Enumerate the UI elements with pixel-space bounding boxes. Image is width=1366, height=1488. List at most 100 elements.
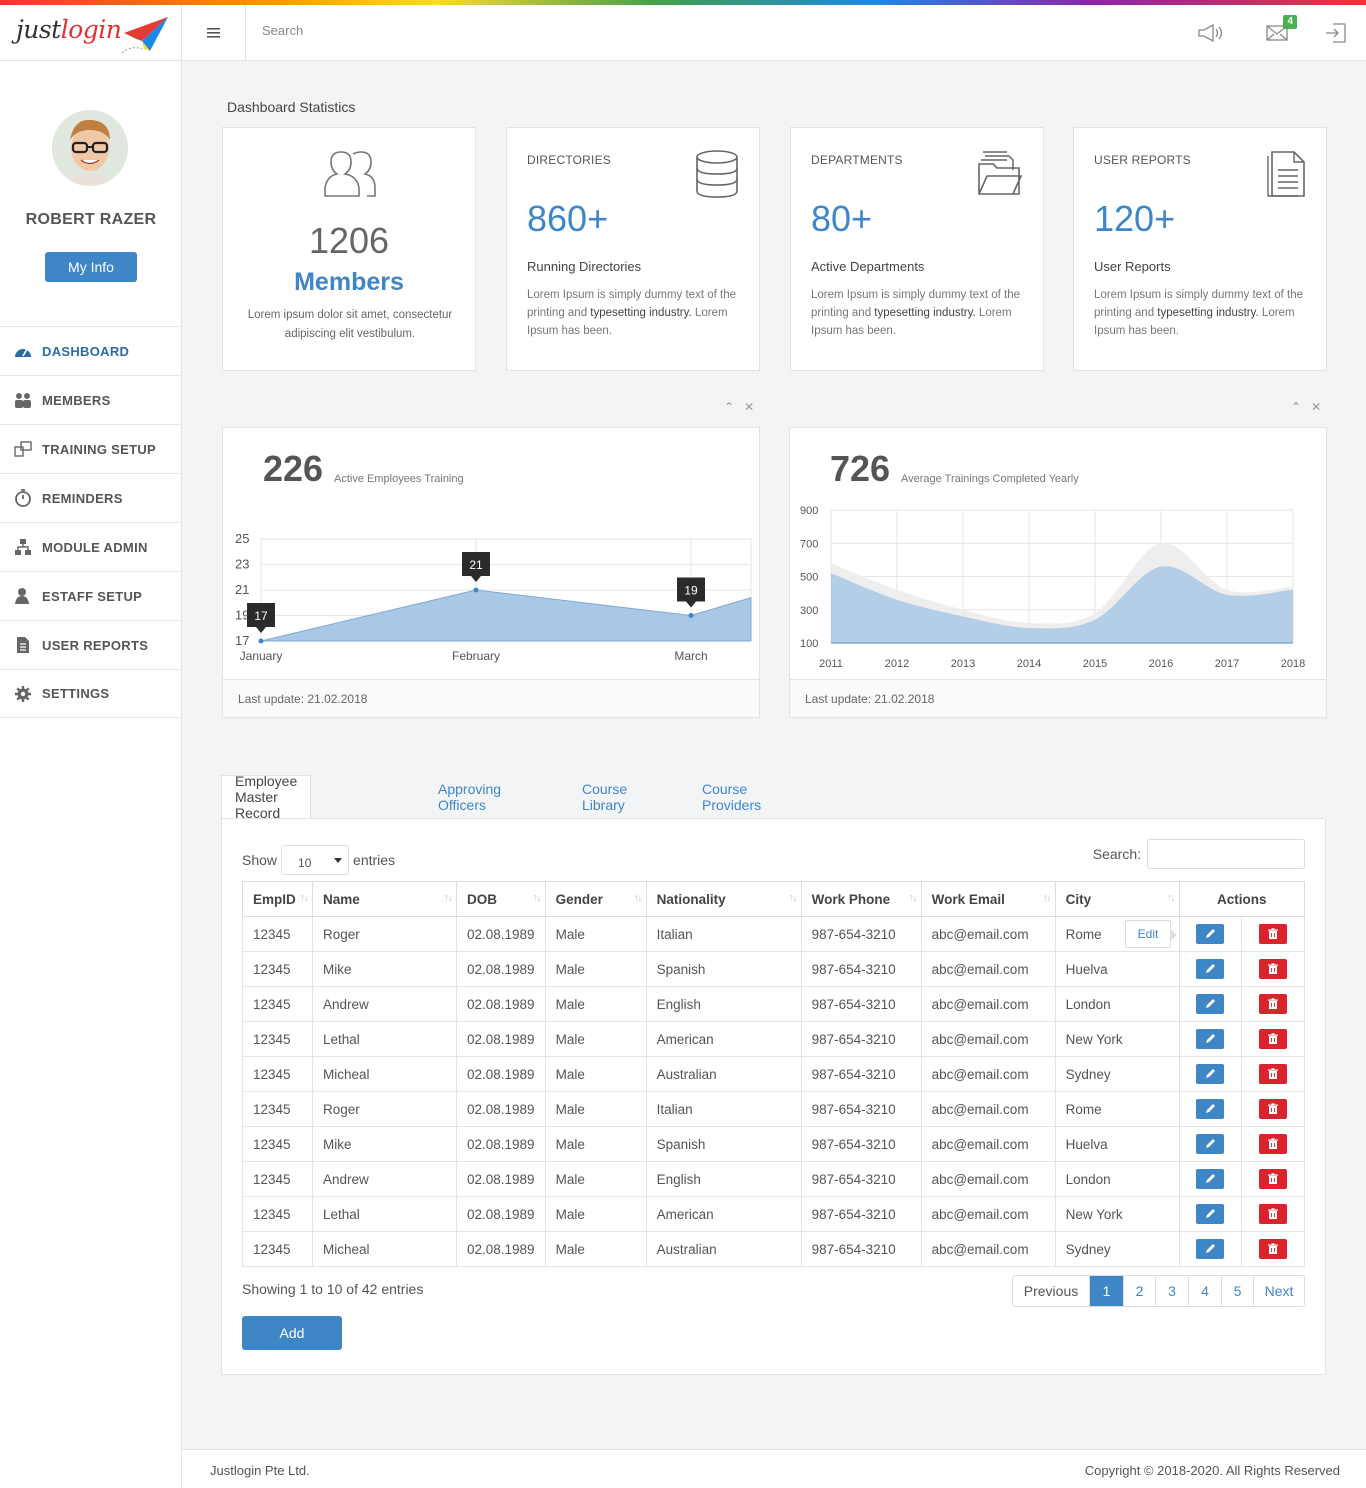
pagination-page-3[interactable]: 3 bbox=[1155, 1276, 1188, 1306]
pagination-page-1[interactable]: 1 bbox=[1089, 1276, 1123, 1306]
edit-button[interactable] bbox=[1196, 1064, 1225, 1084]
cell-work-phone: 987-654-3210 bbox=[800, 1161, 922, 1197]
column-header-gender[interactable]: Gender ↑↓ bbox=[544, 881, 647, 917]
cell-dob: 02.08.1989 bbox=[456, 1126, 546, 1162]
logo[interactable]: justlogin bbox=[0, 5, 182, 61]
tab-employee-master-record[interactable]: Employee Master Record bbox=[221, 773, 312, 821]
cell-city: Sydney bbox=[1054, 1056, 1180, 1092]
delete-button[interactable] bbox=[1259, 1029, 1288, 1049]
sidebar-item-reminders[interactable]: REMINDERS bbox=[0, 473, 182, 522]
x-tick-label: 2017 bbox=[1215, 658, 1239, 670]
edit-button[interactable] bbox=[1196, 1204, 1225, 1224]
user-reports-stat-card[interactable]: USER REPORTS 120+ User Reports Lorem Ips… bbox=[1073, 127, 1327, 371]
edit-cell bbox=[1178, 951, 1243, 987]
x-tick-label: 2013 bbox=[951, 658, 975, 670]
column-header-nationality[interactable]: Nationality ↑↓ bbox=[645, 881, 802, 917]
sidebar-item-settings[interactable]: SETTINGS bbox=[0, 669, 182, 718]
column-header-dob[interactable]: DOB ↑↓ bbox=[456, 881, 546, 917]
delete-button[interactable] bbox=[1259, 1204, 1288, 1224]
cell-nationality: Australian bbox=[645, 1231, 802, 1267]
column-header-work-email[interactable]: Work Email ↑↓ bbox=[920, 881, 1056, 917]
pagination-page-4[interactable]: 4 bbox=[1188, 1276, 1221, 1306]
table-row: 12345 Mike 02.08.1989 Male Spanish 987-654-32… bbox=[242, 1126, 1305, 1162]
y-tick-label: 500 bbox=[800, 572, 818, 584]
tab-course-library[interactable]: Course Library bbox=[582, 775, 627, 819]
cell-dob: 02.08.1989 bbox=[456, 986, 546, 1022]
logout-button[interactable] bbox=[1322, 21, 1350, 45]
y-tick-label: 23 bbox=[235, 557, 249, 572]
sidebar-item-user-reports[interactable]: USER REPORTS bbox=[0, 620, 182, 669]
directories-stat-card[interactable]: DIRECTORIES 860+ Running Directories Lor… bbox=[506, 127, 760, 371]
close-icon[interactable]: ✕ bbox=[744, 400, 754, 414]
delete-button[interactable] bbox=[1259, 1239, 1288, 1259]
edit-cell bbox=[1178, 1196, 1243, 1232]
cell-work-phone: 987-654-3210 bbox=[800, 1021, 922, 1057]
edit-button[interactable] bbox=[1196, 959, 1225, 979]
announcement-button[interactable] bbox=[1197, 21, 1225, 45]
x-tick-label: February bbox=[452, 649, 500, 663]
sidebar-item-module-admin[interactable]: MODULE ADMIN bbox=[0, 522, 182, 571]
edit-button[interactable] bbox=[1196, 1134, 1225, 1154]
cell-nationality: Italian bbox=[645, 1091, 802, 1127]
table-row: 12345 Andrew 02.08.1989 Male English 987-654-… bbox=[242, 1161, 1305, 1197]
tab-course-providers[interactable]: Course Providers bbox=[702, 775, 761, 819]
delete-button[interactable] bbox=[1259, 924, 1288, 944]
members-stat-card[interactable]: 1206 Members Lorem ipsum dolor sit amet,… bbox=[222, 127, 476, 371]
departments-stat-card[interactable]: DEPARTMENTS 80+ Active Departments Lorem… bbox=[790, 127, 1044, 371]
footer-company: Justlogin Pte Ltd. bbox=[210, 1463, 310, 1478]
sidebar-item-training-setup[interactable]: TRAINING SETUP bbox=[0, 424, 182, 473]
column-header-empid[interactable]: EmpID ↑↓ bbox=[242, 881, 313, 917]
stopwatch-icon bbox=[14, 489, 32, 507]
delete-button[interactable] bbox=[1259, 994, 1288, 1014]
column-header-work-phone[interactable]: Work Phone ↑↓ bbox=[800, 881, 922, 917]
delete-button[interactable] bbox=[1259, 959, 1288, 979]
avatar[interactable] bbox=[52, 110, 128, 186]
edit-button[interactable] bbox=[1196, 1099, 1225, 1119]
card-title: DIRECTORIES bbox=[527, 153, 611, 167]
pagination-next[interactable]: Next bbox=[1253, 1276, 1304, 1306]
pagination-previous[interactable]: Previous bbox=[1013, 1276, 1089, 1306]
sidebar-item-estaff-setup[interactable]: ESTAFF SETUP bbox=[0, 571, 182, 620]
x-tick-label: 2016 bbox=[1149, 658, 1173, 670]
collapse-chevron-icon[interactable]: ⌃ bbox=[724, 400, 734, 414]
add-button[interactable]: Add bbox=[242, 1316, 342, 1350]
y-tick-label: 700 bbox=[800, 538, 818, 550]
pagination-page-2[interactable]: 2 bbox=[1123, 1276, 1155, 1306]
cell-nationality: Spanish bbox=[645, 951, 802, 987]
tab-approving-officers[interactable]: Approving Officers bbox=[438, 775, 501, 819]
edit-button[interactable] bbox=[1196, 1239, 1225, 1259]
entries-select[interactable]: 10 bbox=[281, 845, 350, 875]
edit-button[interactable] bbox=[1196, 1169, 1225, 1189]
delete-button[interactable] bbox=[1259, 1064, 1288, 1084]
entries-length-control: Show 10 entries bbox=[242, 845, 395, 875]
column-header-name[interactable]: Name ↑↓ bbox=[312, 881, 457, 917]
delete-button[interactable] bbox=[1259, 1169, 1288, 1189]
sort-icon: ↑↓ bbox=[532, 892, 542, 904]
pagination-page-5[interactable]: 5 bbox=[1221, 1276, 1253, 1306]
cell-name: Micheal bbox=[312, 1056, 457, 1092]
cell-gender: Male bbox=[544, 1126, 647, 1162]
collapse-chevron-icon[interactable]: ⌃ bbox=[1291, 400, 1301, 414]
delete-button[interactable] bbox=[1259, 1099, 1288, 1119]
sidebar-item-dashboard[interactable]: DASHBOARD bbox=[0, 326, 182, 375]
close-icon[interactable]: ✕ bbox=[1311, 400, 1321, 414]
sort-icon: ↑↓ bbox=[1042, 892, 1052, 904]
database-icon bbox=[696, 150, 738, 198]
messages-button[interactable]: 4 bbox=[1263, 15, 1297, 45]
hamburger-menu-button[interactable] bbox=[182, 5, 246, 61]
report-document-icon bbox=[1267, 151, 1305, 197]
sidebar-item-members[interactable]: MEMBERS bbox=[0, 375, 182, 424]
edit-button[interactable] bbox=[1196, 1029, 1225, 1049]
cell-empid: 12345 bbox=[242, 1126, 313, 1162]
search-input[interactable]: Search bbox=[262, 23, 303, 38]
sidebar-item-label: SETTINGS bbox=[42, 686, 110, 701]
sort-icon: ↑↓ bbox=[300, 892, 309, 904]
cell-work-phone: 987-654-3210 bbox=[800, 986, 922, 1022]
edit-button[interactable] bbox=[1196, 994, 1225, 1014]
column-header-city[interactable]: City ↑↓ bbox=[1054, 881, 1180, 917]
edit-button[interactable] bbox=[1196, 924, 1225, 944]
card-value: 120+ bbox=[1094, 198, 1176, 239]
my-info-button[interactable]: My Info bbox=[45, 252, 137, 282]
table-search-input[interactable] bbox=[1147, 839, 1305, 869]
delete-button[interactable] bbox=[1259, 1134, 1288, 1154]
